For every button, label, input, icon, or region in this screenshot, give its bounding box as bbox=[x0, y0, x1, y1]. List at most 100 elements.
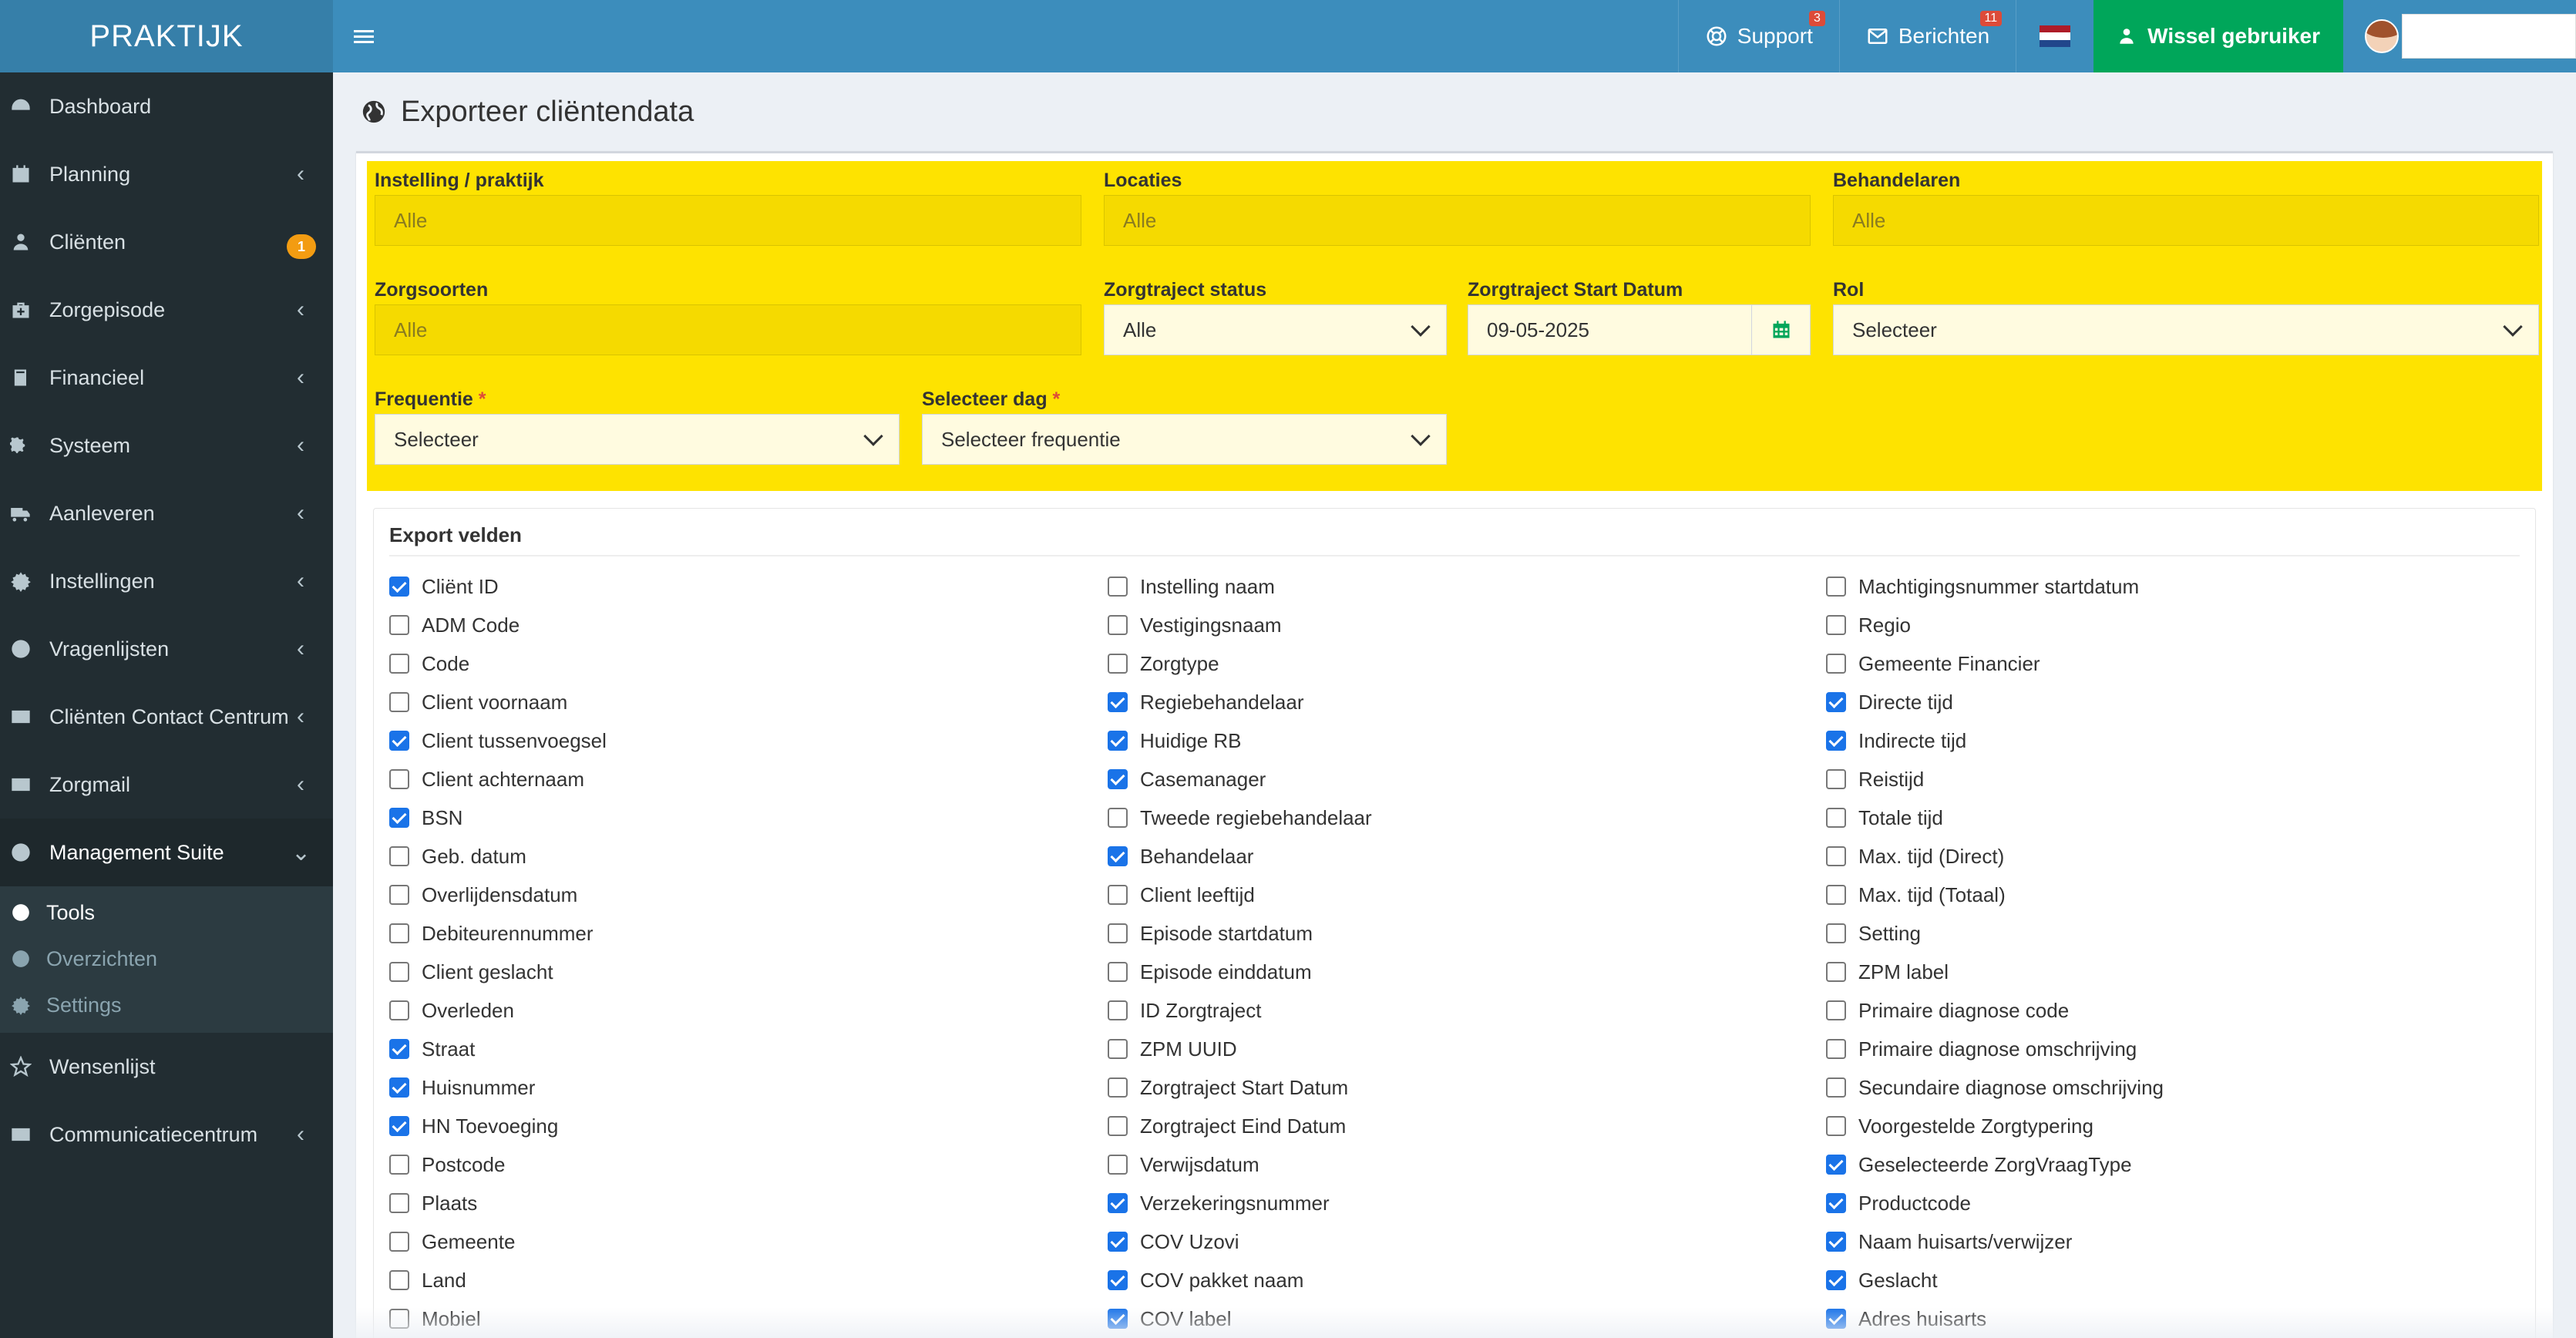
export-field-overlijdensdatum[interactable]: Overlijdensdatum bbox=[389, 876, 1083, 914]
export-field-secundaire-diagnose-omschrijving[interactable]: Secundaire diagnose omschrijving bbox=[1826, 1068, 2520, 1107]
checkbox-unchecked[interactable] bbox=[1108, 1077, 1128, 1098]
sidebar-subitem-overzichten[interactable]: Overzichten bbox=[0, 936, 333, 982]
checkbox-unchecked[interactable] bbox=[389, 1000, 409, 1020]
sidebar-item-zorgmail[interactable]: Zorgmail ‹ bbox=[0, 751, 333, 819]
export-field-regiebehandelaar[interactable]: Regiebehandelaar bbox=[1108, 683, 1801, 721]
export-field-adres-huisarts[interactable]: Adres huisarts bbox=[1826, 1299, 2520, 1338]
export-field-mobiel[interactable]: Mobiel bbox=[389, 1299, 1083, 1338]
sidebar-item-dashboard[interactable]: Dashboard bbox=[0, 72, 333, 140]
checkbox-unchecked[interactable] bbox=[1108, 808, 1128, 828]
checkbox-unchecked[interactable] bbox=[1826, 808, 1846, 828]
checkbox-checked[interactable] bbox=[1826, 731, 1846, 751]
switch-user-button[interactable]: Wissel gebruiker bbox=[2093, 0, 2343, 72]
checkbox-unchecked[interactable] bbox=[389, 962, 409, 982]
checkbox-unchecked[interactable] bbox=[1826, 615, 1846, 635]
export-field-client-leeftijd[interactable]: Client leeftijd bbox=[1108, 876, 1801, 914]
sidebar-item-planning[interactable]: Planning ‹ bbox=[0, 140, 333, 208]
export-field-client-tussenvoegsel[interactable]: Client tussenvoegsel bbox=[389, 721, 1083, 760]
checkbox-unchecked[interactable] bbox=[1108, 1039, 1128, 1059]
checkbox-checked[interactable] bbox=[1826, 692, 1846, 712]
messages-link[interactable]: Berichten 11 bbox=[1838, 0, 2016, 72]
export-field-id-zorgtraject[interactable]: ID Zorgtraject bbox=[1108, 991, 1801, 1030]
export-field-client-voornaam[interactable]: Client voornaam bbox=[389, 683, 1083, 721]
behandelaren-input[interactable]: Alle bbox=[1833, 195, 2539, 246]
export-field-directe-tijd[interactable]: Directe tijd bbox=[1826, 683, 2520, 721]
export-field-huisnummer[interactable]: Huisnummer bbox=[389, 1068, 1083, 1107]
export-field-client-geslacht[interactable]: Client geslacht bbox=[389, 953, 1083, 991]
export-field-debiteurennummer[interactable]: Debiteurennummer bbox=[389, 914, 1083, 953]
export-field-zpm-label[interactable]: ZPM label bbox=[1826, 953, 2520, 991]
export-field-adm-code[interactable]: ADM Code bbox=[389, 606, 1083, 644]
sidebar-item-aanleveren[interactable]: Aanleveren ‹ bbox=[0, 479, 333, 547]
export-field-casemanager[interactable]: Casemanager bbox=[1108, 760, 1801, 798]
locaties-input[interactable]: Alle bbox=[1104, 195, 1811, 246]
export-field-cov-uzovi[interactable]: COV Uzovi bbox=[1108, 1222, 1801, 1261]
export-field-primaire-diagnose-omschrijving[interactable]: Primaire diagnose omschrijving bbox=[1826, 1030, 2520, 1068]
export-field-geb-datum[interactable]: Geb. datum bbox=[389, 837, 1083, 876]
checkbox-unchecked[interactable] bbox=[389, 846, 409, 866]
checkbox-checked[interactable] bbox=[1108, 846, 1128, 866]
checkbox-unchecked[interactable] bbox=[1108, 923, 1128, 943]
checkbox-unchecked[interactable] bbox=[1826, 962, 1846, 982]
checkbox-checked[interactable] bbox=[1108, 692, 1128, 712]
export-field-land[interactable]: Land bbox=[389, 1261, 1083, 1299]
checkbox-unchecked[interactable] bbox=[389, 1270, 409, 1290]
checkbox-unchecked[interactable] bbox=[1108, 1000, 1128, 1020]
checkbox-checked[interactable] bbox=[1108, 731, 1128, 751]
rol-select[interactable]: Selecteer bbox=[1833, 304, 2539, 355]
export-field-gemeente-financier[interactable]: Gemeente Financier bbox=[1826, 644, 2520, 683]
export-field-postcode[interactable]: Postcode bbox=[389, 1145, 1083, 1184]
export-field-plaats[interactable]: Plaats bbox=[389, 1184, 1083, 1222]
export-field-machtigingsnummer-startdatum[interactable]: Machtigingsnummer startdatum bbox=[1826, 567, 2520, 606]
checkbox-unchecked[interactable] bbox=[1826, 1116, 1846, 1136]
sidebar-item-systeem[interactable]: Systeem ‹ bbox=[0, 412, 333, 479]
checkbox-unchecked[interactable] bbox=[1108, 1155, 1128, 1175]
export-field-zorgtype[interactable]: Zorgtype bbox=[1108, 644, 1801, 683]
sidebar-item-vragenlijsten[interactable]: Vragenlijsten ‹ bbox=[0, 615, 333, 683]
sidebar-item-financieel[interactable]: Financieel ‹ bbox=[0, 344, 333, 412]
checkbox-unchecked[interactable] bbox=[1826, 846, 1846, 866]
app-logo[interactable]: PRAKTIJK bbox=[0, 0, 333, 72]
sidebar-item-clienten-contact-centrum[interactable]: Cliënten Contact Centrum ‹ bbox=[0, 683, 333, 751]
checkbox-unchecked[interactable] bbox=[1826, 654, 1846, 674]
export-field-max-tijd-totaal[interactable]: Max. tijd (Totaal) bbox=[1826, 876, 2520, 914]
export-field-tweede-regiebehandelaar[interactable]: Tweede regiebehandelaar bbox=[1108, 798, 1801, 837]
status-select[interactable]: Alle bbox=[1104, 304, 1447, 355]
checkbox-checked[interactable] bbox=[389, 1039, 409, 1059]
export-field-huidige-rb[interactable]: Huidige RB bbox=[1108, 721, 1801, 760]
export-field-episode-startdatum[interactable]: Episode startdatum bbox=[1108, 914, 1801, 953]
checkbox-checked[interactable] bbox=[1108, 1193, 1128, 1213]
export-field-naam-huisarts-verwijzer[interactable]: Naam huisarts/verwijzer bbox=[1826, 1222, 2520, 1261]
checkbox-checked[interactable] bbox=[389, 1116, 409, 1136]
sidebar-item-clienten[interactable]: Cliënten 1 bbox=[0, 208, 333, 276]
sidebar-item-management-suite[interactable]: Management Suite ⌄ bbox=[0, 819, 333, 886]
checkbox-unchecked[interactable] bbox=[389, 1232, 409, 1252]
checkbox-unchecked[interactable] bbox=[1108, 577, 1128, 597]
checkbox-checked[interactable] bbox=[1826, 1232, 1846, 1252]
checkbox-unchecked[interactable] bbox=[389, 1193, 409, 1213]
checkbox-checked[interactable] bbox=[1826, 1193, 1846, 1213]
checkbox-unchecked[interactable] bbox=[1826, 769, 1846, 789]
checkbox-unchecked[interactable] bbox=[1826, 923, 1846, 943]
checkbox-unchecked[interactable] bbox=[1108, 885, 1128, 905]
checkbox-unchecked[interactable] bbox=[389, 885, 409, 905]
checkbox-unchecked[interactable] bbox=[389, 1309, 409, 1329]
sidebar-item-wensenlijst[interactable]: Wensenlijst bbox=[0, 1033, 333, 1101]
checkbox-unchecked[interactable] bbox=[1108, 1116, 1128, 1136]
export-field-behandelaar[interactable]: Behandelaar bbox=[1108, 837, 1801, 876]
user-menu[interactable] bbox=[2343, 0, 2576, 72]
export-field-primaire-diagnose-code[interactable]: Primaire diagnose code bbox=[1826, 991, 2520, 1030]
sidebar-item-communicatiecentrum[interactable]: Communicatiecentrum ‹ bbox=[0, 1101, 333, 1168]
export-field-totale-tijd[interactable]: Totale tijd bbox=[1826, 798, 2520, 837]
checkbox-checked[interactable] bbox=[1108, 1309, 1128, 1329]
menu-toggle-button[interactable] bbox=[333, 27, 395, 46]
checkbox-unchecked[interactable] bbox=[389, 615, 409, 635]
checkbox-checked[interactable] bbox=[1826, 1309, 1846, 1329]
export-field-cov-pakket-naam[interactable]: COV pakket naam bbox=[1108, 1261, 1801, 1299]
checkbox-checked[interactable] bbox=[389, 731, 409, 751]
checkbox-checked[interactable] bbox=[389, 577, 409, 597]
export-field-zorgtraject-start-datum[interactable]: Zorgtraject Start Datum bbox=[1108, 1068, 1801, 1107]
export-field-overleden[interactable]: Overleden bbox=[389, 991, 1083, 1030]
checkbox-unchecked[interactable] bbox=[389, 769, 409, 789]
checkbox-unchecked[interactable] bbox=[1826, 1077, 1846, 1098]
